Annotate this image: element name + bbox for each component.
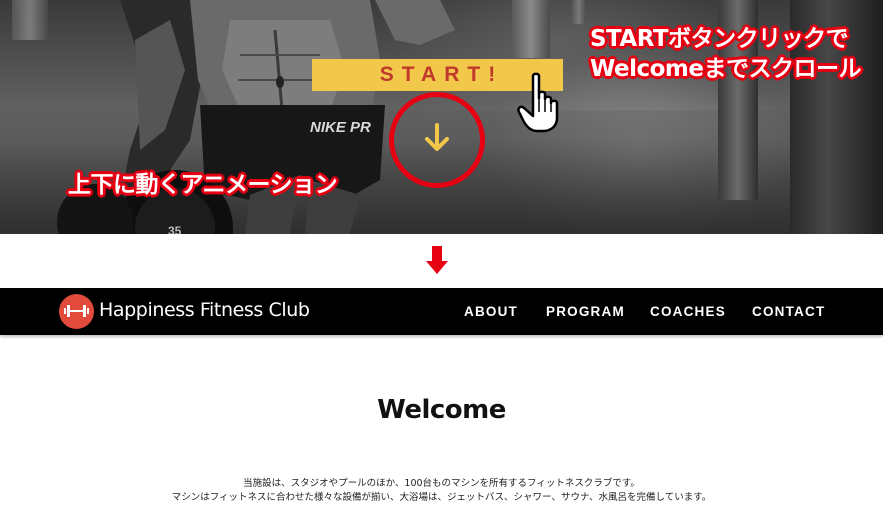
brand-name[interactable]: Happiness Fitness Club	[99, 299, 310, 321]
annotation-scroll-line2: Welcomeまでスクロール	[589, 56, 862, 82]
pointing-hand-icon	[517, 72, 559, 133]
down-arrow-icon[interactable]	[423, 122, 451, 154]
annotation-scroll: STARTボタンクリックで Welcomeまでスクロール	[589, 24, 862, 84]
red-down-arrow-icon	[426, 246, 448, 274]
svg-text:35: 35	[168, 224, 182, 234]
site-header: Happiness Fitness Club ABOUT PROGRAM COA…	[0, 288, 883, 335]
annotation-scroll-line1: STARTボタンクリックで	[589, 26, 849, 52]
nav-coaches[interactable]: COACHES	[650, 304, 726, 319]
nav-about[interactable]: ABOUT	[464, 304, 518, 319]
hero-section: NIKE PR 35 START! STARTボタンクリックで Welcomeま…	[0, 0, 883, 234]
welcome-title: Welcome	[377, 395, 506, 425]
intro-line-1: 当施設は、スタジオやプールのほか、100台ものマシンを所有するフィットネスクラブ…	[243, 478, 640, 489]
intro-line-2: マシンはフィットネスに合わせた様々な設備が揃い、大浴場は、ジェットバス、シャワー…	[171, 492, 712, 503]
nav-contact[interactable]: CONTACT	[752, 304, 825, 319]
shorts-logo-text: NIKE PR	[310, 119, 371, 136]
logo-badge[interactable]	[59, 294, 94, 329]
dumbbell-icon	[64, 305, 89, 317]
annotation-animation: 上下に動くアニメーション	[68, 172, 338, 198]
nav-program[interactable]: PROGRAM	[546, 304, 625, 319]
